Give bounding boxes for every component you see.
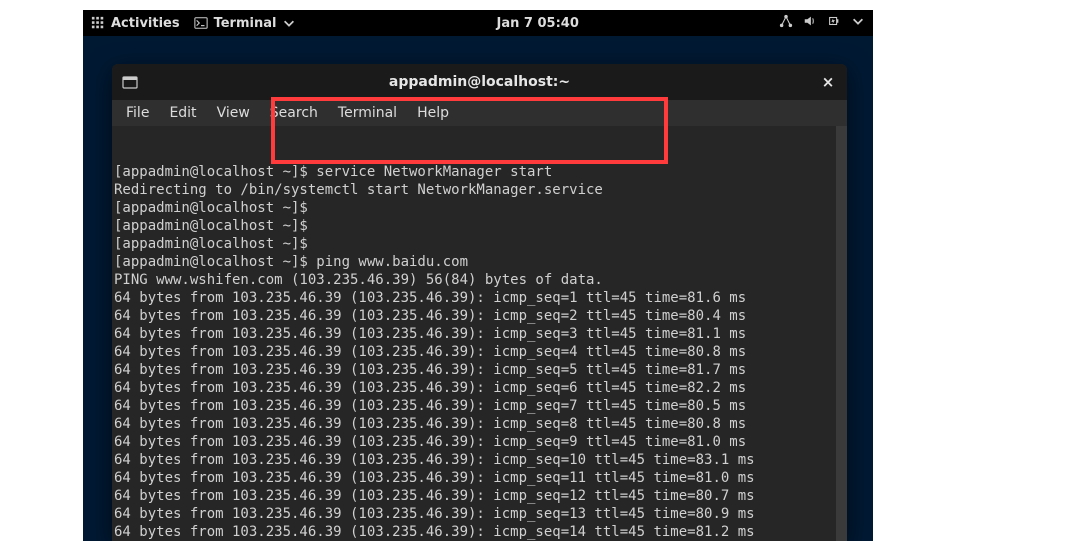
terminal-icon	[194, 16, 208, 30]
top-app-label: Terminal	[214, 16, 277, 31]
activities-label: Activities	[111, 16, 180, 31]
scrollbar[interactable]	[836, 126, 847, 541]
desktop: Activities Terminal Jan 7 05:40	[83, 10, 873, 541]
new-tab-button[interactable]	[122, 74, 138, 90]
terminal-output[interactable]: [appadmin@localhost ~]$ service NetworkM…	[112, 126, 847, 541]
top-bar: Activities Terminal Jan 7 05:40	[83, 10, 873, 36]
close-icon: ×	[822, 73, 835, 91]
battery-icon[interactable]	[827, 14, 841, 32]
system-tray[interactable]	[779, 14, 865, 32]
menu-terminal[interactable]: Terminal	[330, 103, 405, 123]
network-icon[interactable]	[779, 14, 793, 32]
app-grid-icon	[91, 16, 105, 30]
menu-edit[interactable]: Edit	[161, 103, 204, 123]
menu-help[interactable]: Help	[409, 103, 457, 123]
chevron-down-icon	[851, 14, 865, 32]
activities-button[interactable]: Activities	[91, 16, 180, 31]
clock[interactable]: Jan 7 05:40	[497, 16, 579, 31]
menu-view[interactable]: View	[209, 103, 258, 123]
volume-icon[interactable]	[803, 14, 817, 32]
chevron-down-icon	[282, 16, 296, 30]
close-button[interactable]: ×	[819, 73, 837, 91]
titlebar[interactable]: appadmin@localhost:~ ×	[112, 64, 847, 100]
top-app-button[interactable]: Terminal	[194, 16, 297, 31]
terminal-window: appadmin@localhost:~ × File Edit View Se…	[112, 64, 847, 541]
menubar: File Edit View Search Terminal Help	[112, 100, 847, 126]
menu-search[interactable]: Search	[262, 103, 326, 123]
window-title: appadmin@localhost:~	[389, 74, 570, 90]
menu-file[interactable]: File	[118, 103, 157, 123]
